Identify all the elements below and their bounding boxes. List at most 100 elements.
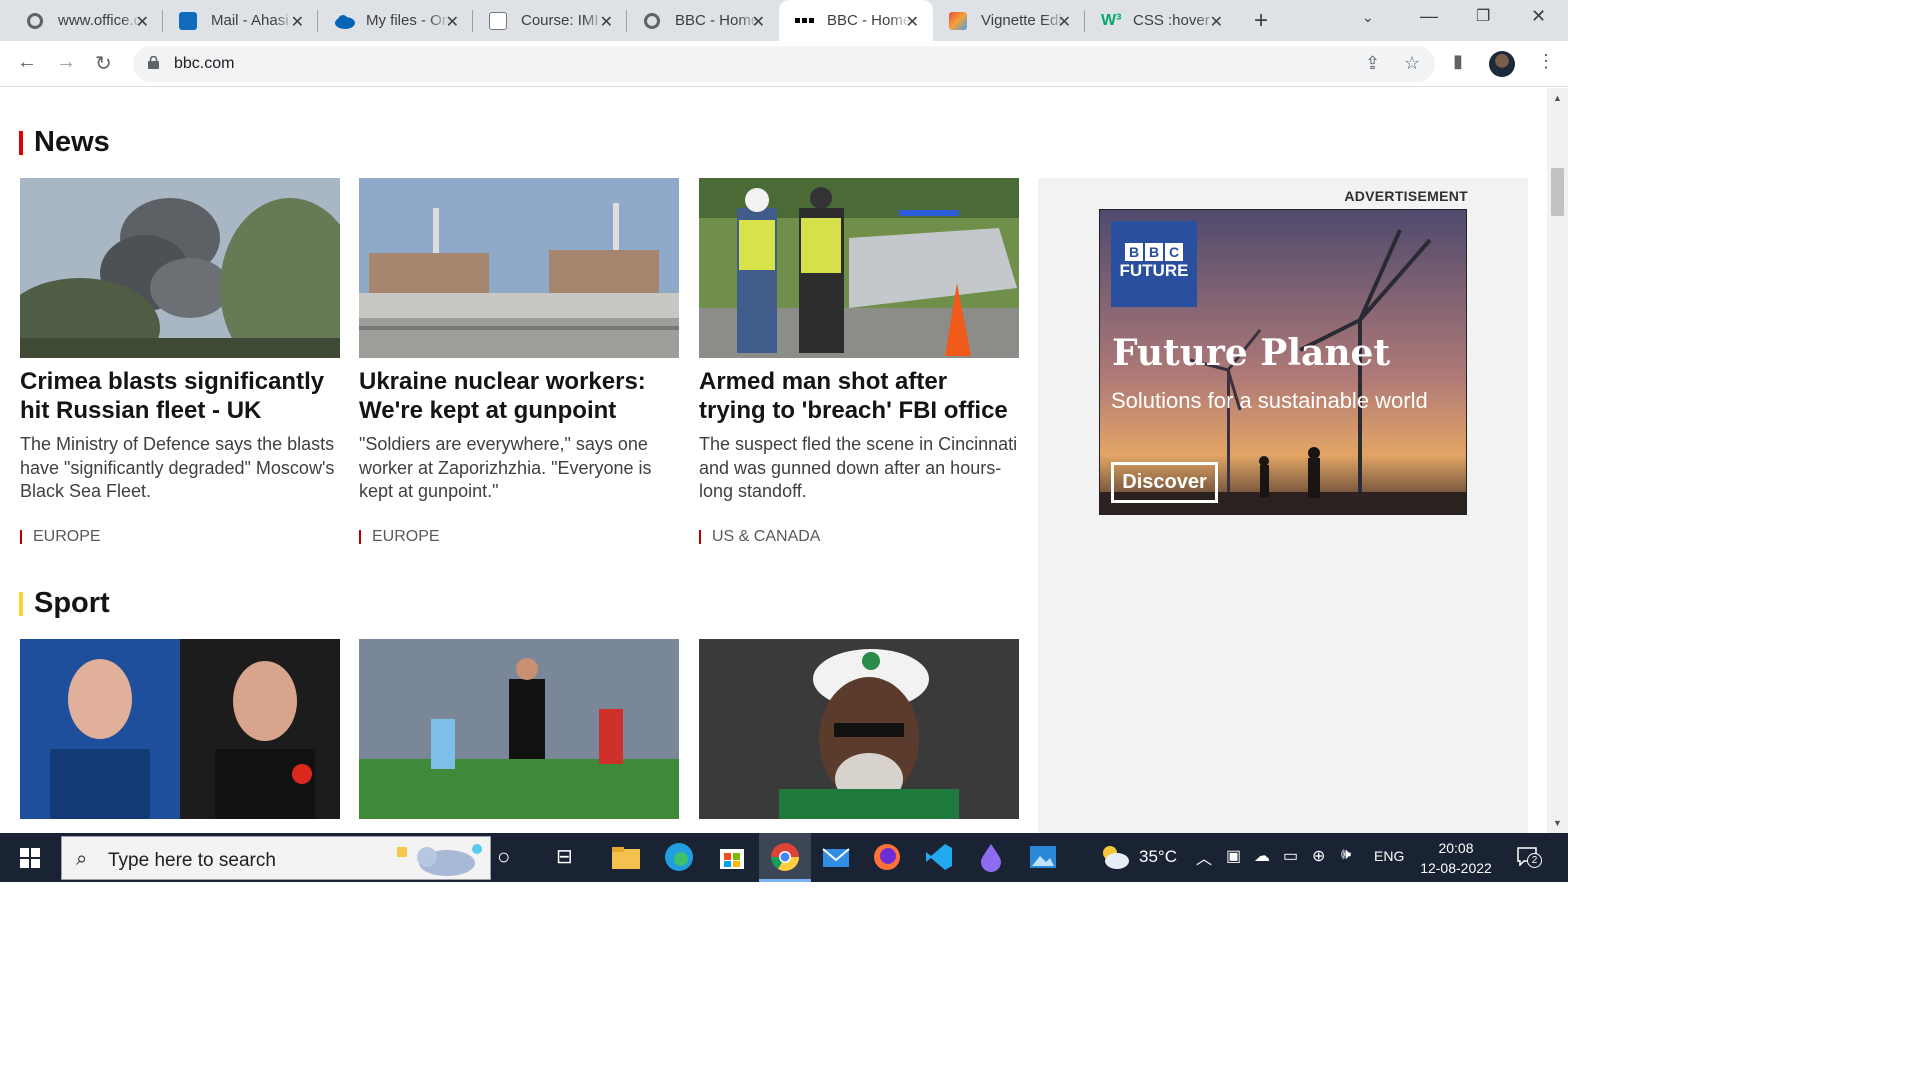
file-explorer-icon[interactable] — [610, 841, 642, 873]
news-headline[interactable]: Armed man shot after trying to 'breach' … — [699, 367, 1019, 425]
scroll-up-arrow-icon[interactable]: ▲ — [1553, 93, 1562, 103]
close-tab-icon[interactable]: ✕ — [906, 12, 919, 32]
weather-temperature[interactable]: 35°C — [1139, 847, 1177, 867]
chrome-icon — [771, 843, 799, 871]
page-scrollbar[interactable]: ▲ ▼ — [1547, 88, 1568, 833]
sport-card-1[interactable] — [20, 639, 340, 819]
sport-image-man-in-cap[interactable] — [699, 639, 1019, 819]
news-card-3[interactable]: Armed man shot after trying to 'breach' … — [699, 178, 1019, 545]
tab-css-hover[interactable]: W³ CSS :hover ✕ — [1085, 0, 1237, 41]
clock-time: 20:08 — [1438, 840, 1474, 856]
network-globe-icon[interactable]: ⊕ — [1312, 846, 1325, 866]
close-tab-icon[interactable]: ✕ — [446, 12, 459, 32]
address-bar[interactable]: bbc.com ⇪ ☆ — [133, 46, 1435, 82]
menu-kebab-icon[interactable]: ⋮ — [1537, 51, 1555, 72]
language-indicator[interactable]: ENG — [1374, 848, 1404, 864]
profile-avatar[interactable] — [1489, 51, 1515, 77]
ad-subheadline: Solutions for a sustainable world — [1111, 388, 1428, 413]
restore-icon[interactable]: ❐ — [1476, 6, 1490, 26]
advertisement-label: ADVERTISEMENT — [1344, 188, 1468, 204]
close-tab-icon[interactable]: ✕ — [600, 12, 613, 32]
close-tab-icon[interactable]: ✕ — [752, 12, 765, 32]
sport-card-2[interactable] — [359, 639, 679, 819]
url-text: bbc.com — [174, 55, 235, 72]
news-image-nuclear-plant[interactable] — [359, 178, 679, 358]
discover-button[interactable]: Discover — [1111, 462, 1218, 503]
tab-bbc-home-1[interactable]: BBC - Home ✕ — [627, 0, 779, 41]
sport-card-3[interactable] — [699, 639, 1019, 819]
reload-icon[interactable]: ↻ — [95, 51, 112, 76]
close-tab-icon[interactable]: ✕ — [1210, 12, 1223, 32]
volume-icon[interactable]: 🕪 — [1341, 846, 1351, 864]
news-image-crimea-smoke[interactable] — [20, 178, 340, 358]
tab-title: www.office.com — [58, 12, 142, 29]
notification-center-icon[interactable]: 2 — [1516, 846, 1542, 868]
minimize-icon[interactable]: — — [1420, 6, 1438, 27]
share-icon[interactable]: ⇪ — [1365, 53, 1380, 74]
tab-onedrive[interactable]: My files - OneDrive ✕ — [318, 0, 473, 41]
news-tag-link[interactable]: US & CANADA — [699, 528, 820, 546]
task-view-icon[interactable]: ⊟ — [556, 844, 573, 869]
paint-app-icon[interactable] — [975, 841, 1007, 873]
news-title-text: News — [34, 126, 110, 158]
news-tag-link[interactable]: EUROPE — [359, 528, 440, 546]
battery-icon[interactable]: ▭ — [1283, 846, 1298, 866]
news-section-title[interactable]: News — [19, 126, 110, 159]
sport-title-text: Sport — [34, 587, 110, 619]
forward-arrow-icon[interactable]: → — [56, 51, 76, 74]
weather-cloud-sun-icon[interactable] — [1098, 843, 1132, 871]
sport-image-managers[interactable] — [20, 639, 340, 819]
bookmark-star-icon[interactable]: ☆ — [1404, 53, 1420, 74]
scrollbar-thumb[interactable] — [1551, 168, 1564, 216]
news-headline[interactable]: Ukraine nuclear workers: We're kept at g… — [359, 367, 679, 425]
ad-headline: Future Planet — [1112, 332, 1391, 374]
news-image-police-officers[interactable] — [699, 178, 1019, 358]
search-placeholder: Type here to search — [108, 850, 276, 871]
close-tab-icon[interactable]: ✕ — [291, 12, 304, 32]
show-hidden-icons-chevron-icon[interactable]: ︿ — [1196, 845, 1212, 869]
back-arrow-icon[interactable]: ← — [17, 51, 37, 74]
sport-image-football-match[interactable] — [359, 639, 679, 819]
tab-bbc-home-active[interactable]: BBC - Home ✕ — [779, 0, 933, 41]
sport-section-title[interactable]: Sport — [19, 587, 110, 620]
news-card-1[interactable]: Crimea blasts significantly hit Russian … — [20, 178, 340, 545]
vscode-icon[interactable] — [923, 841, 955, 873]
cortana-icon[interactable]: ○ — [497, 844, 510, 870]
mail-icon[interactable] — [820, 841, 852, 873]
tab-title: BBC - Home — [675, 12, 759, 29]
notification-count-badge: 2 — [1527, 853, 1542, 868]
news-tag-text: EUROPE — [33, 528, 101, 545]
search-highlight-illustration-icon — [397, 844, 482, 876]
onedrive-cloud-icon[interactable]: ☁ — [1254, 846, 1270, 866]
microsoft-store-icon[interactable] — [716, 841, 748, 873]
windows-start-icon[interactable] — [20, 848, 40, 868]
chrome-taskbar-button[interactable] — [759, 833, 811, 882]
bbc-future-logo: BBC FUTURE — [1111, 221, 1197, 307]
edge-browser-icon[interactable] — [663, 841, 695, 873]
meet-now-icon[interactable]: ▣ — [1226, 846, 1241, 866]
w3schools-icon: W³ — [1101, 11, 1122, 29]
windows-taskbar: ⌕ Type here to search ○ ⊟ 35°C ︿ ▣ ☁ ▭ ⊕… — [0, 833, 1568, 882]
firefox-icon[interactable] — [871, 841, 903, 873]
new-tab-icon[interactable]: + — [1254, 7, 1268, 35]
close-tab-icon[interactable]: ✕ — [136, 12, 149, 32]
tab-office[interactable]: www.office.com ✕ — [10, 0, 163, 41]
outlook-icon — [179, 11, 197, 30]
side-panel-icon[interactable]: ▮ — [1453, 51, 1463, 72]
bbc-future-ad-banner[interactable]: BBC FUTURE Future Planet Solutions for a… — [1099, 209, 1467, 515]
news-tag-link[interactable]: EUROPE — [20, 528, 101, 546]
news-headline[interactable]: Crimea blasts significantly hit Russian … — [20, 367, 340, 425]
tab-vignette[interactable]: Vignette Editor ✕ — [933, 0, 1085, 41]
close-window-icon[interactable]: ✕ — [1531, 6, 1546, 27]
photos-icon[interactable] — [1027, 841, 1059, 873]
tab-course[interactable]: Course: IMI ✕ — [473, 0, 627, 41]
tab-mail[interactable]: Mail - Ahasi ✕ — [163, 0, 318, 41]
close-tab-icon[interactable]: ✕ — [1058, 12, 1071, 32]
scroll-down-arrow-icon[interactable]: ▼ — [1553, 818, 1562, 828]
taskbar-clock[interactable]: 20:08 12-08-2022 — [1417, 838, 1495, 878]
taskbar-search-box[interactable]: ⌕ Type here to search — [61, 836, 491, 880]
tab-title: Mail - Ahasi — [211, 12, 289, 29]
globe-icon — [26, 12, 44, 30]
news-card-2[interactable]: Ukraine nuclear workers: We're kept at g… — [359, 178, 679, 545]
tab-search-chevron-icon[interactable]: ⌄ — [1362, 9, 1374, 26]
